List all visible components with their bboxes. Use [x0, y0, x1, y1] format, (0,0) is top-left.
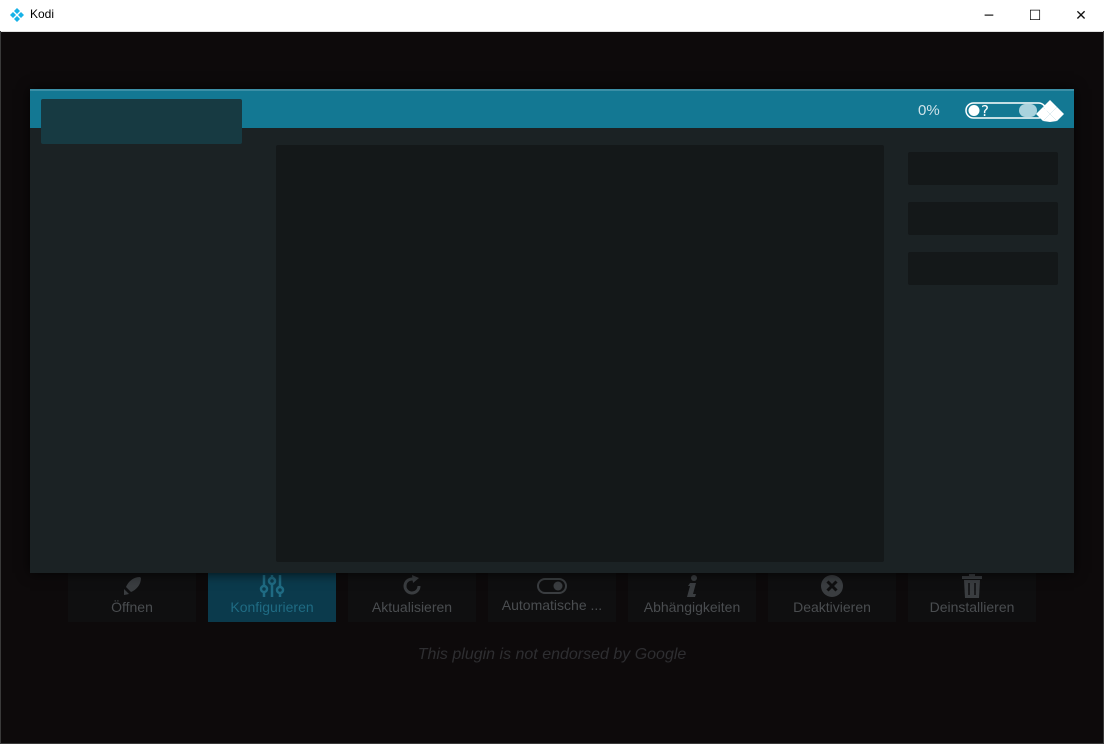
maximize-button[interactable]: ☐: [1012, 0, 1058, 31]
action-configure-button[interactable]: Konfigurieren: [208, 572, 336, 622]
action-update-button[interactable]: Aktualisieren: [348, 572, 476, 622]
minimize-icon: ─: [984, 7, 994, 24]
action-open-button[interactable]: Öffnen: [68, 572, 196, 622]
action-label: Konfigurieren: [230, 599, 314, 615]
action-disable-button[interactable]: Deaktivieren: [768, 572, 896, 622]
window-frame-left: [0, 31, 1, 744]
dialog-side-button[interactable]: [908, 152, 1058, 185]
close-circle-icon: [768, 574, 896, 598]
action-label: Abhängigkeiten: [643, 599, 741, 615]
settings-content-area: [276, 145, 884, 562]
action-auto-update-button[interactable]: Automatische ...: [488, 572, 616, 622]
action-dependencies-button[interactable]: Abhängigkeiten: [628, 572, 756, 622]
maximize-icon: ☐: [1028, 7, 1042, 24]
dialog-title-placeholder: [41, 99, 242, 144]
minimize-button[interactable]: ─: [966, 0, 1012, 31]
dialog-side-button[interactable]: [908, 252, 1058, 285]
window-titlebar: Kodi ─ ☐ ✕: [0, 0, 1104, 32]
action-uninstall-button[interactable]: Deinstallieren: [908, 572, 1036, 622]
trash-icon: [908, 574, 1036, 598]
action-label: Deinstallieren: [929, 599, 1015, 615]
disclaimer-text: This plugin is not endorsed by Google: [417, 646, 687, 663]
refresh-icon: [348, 574, 476, 598]
settings-dialog: 0% ?: [30, 89, 1074, 573]
action-label: Aktualisieren: [371, 599, 453, 615]
action-label: Deaktivieren: [793, 599, 871, 615]
rocket-icon: [68, 574, 196, 598]
svg-text:?: ?: [981, 102, 989, 120]
progress-percent: 0%: [918, 102, 940, 119]
kodi-spinner-icon: ?: [965, 100, 1064, 122]
close-icon: ✕: [1075, 7, 1087, 24]
action-label: Öffnen: [111, 599, 153, 615]
window-title: Kodi: [30, 7, 55, 21]
info-icon: [628, 574, 756, 598]
dialog-side-button[interactable]: [908, 202, 1058, 235]
sliders-icon: [208, 574, 336, 598]
close-button[interactable]: ✕: [1058, 0, 1104, 31]
toggle-icon: [488, 574, 616, 598]
action-label: Automatische ...: [501, 597, 603, 613]
kodi-logo-icon: [10, 8, 24, 22]
